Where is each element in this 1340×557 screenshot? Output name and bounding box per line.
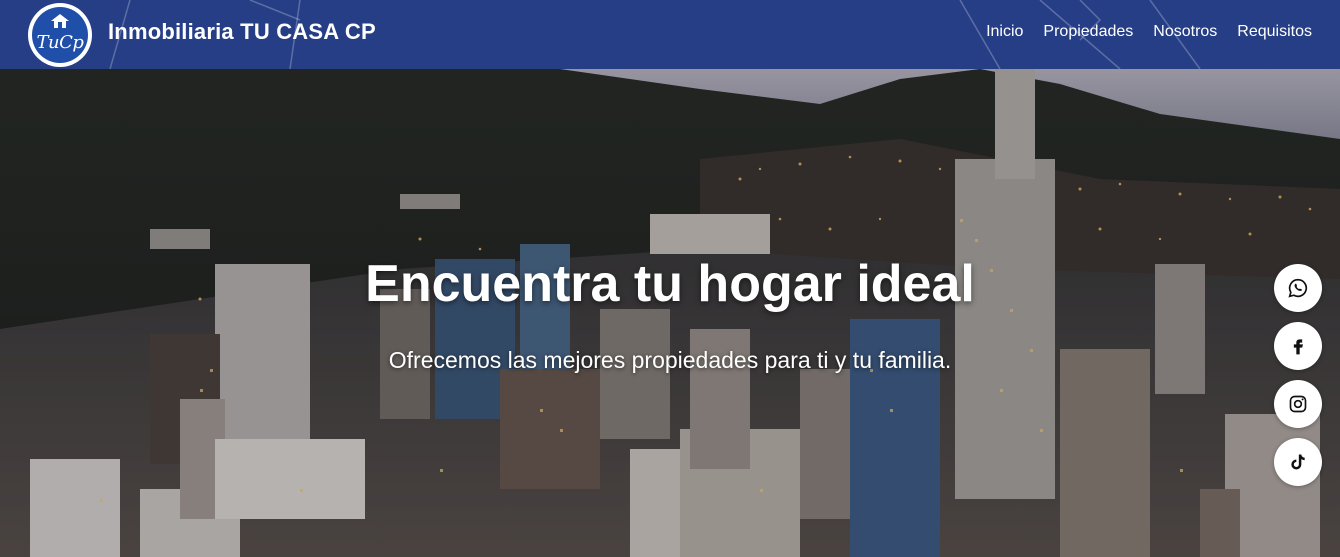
hero-title: Encuentra tu hogar ideal xyxy=(365,255,975,313)
hero-subtitle: Ofrecemos las mejores propiedades para t… xyxy=(388,347,952,373)
hero-section: Encuentra tu hogar ideal Ofrecemos las m… xyxy=(0,69,1340,557)
facebook-icon xyxy=(1293,339,1303,355)
navbar: TuCp Inmobiliaria TU CASA CP Inicio Prop… xyxy=(0,0,1340,69)
logo-badge: TuCp xyxy=(32,7,88,63)
tiktok-icon xyxy=(1291,454,1305,470)
instagram-icon xyxy=(1289,395,1307,413)
whatsapp-icon xyxy=(1288,278,1308,298)
social-links xyxy=(1274,264,1322,486)
nav-link-requisitos[interactable]: Requisitos xyxy=(1237,23,1312,41)
tiktok-button[interactable] xyxy=(1274,438,1322,486)
house-icon xyxy=(51,14,69,28)
nav-link-inicio[interactable]: Inicio xyxy=(986,23,1023,41)
nav-link-nosotros[interactable]: Nosotros xyxy=(1153,23,1217,41)
main-nav: Inicio Propiedades Nosotros Requisitos xyxy=(986,23,1312,41)
facebook-button[interactable] xyxy=(1274,322,1322,370)
whatsapp-button[interactable] xyxy=(1274,264,1322,312)
logo[interactable]: TuCp xyxy=(28,3,92,67)
instagram-button[interactable] xyxy=(1274,380,1322,428)
nav-link-propiedades[interactable]: Propiedades xyxy=(1043,23,1133,41)
brand-name[interactable]: Inmobiliaria TU CASA CP xyxy=(108,19,376,45)
logo-text: TuCp xyxy=(36,31,84,53)
